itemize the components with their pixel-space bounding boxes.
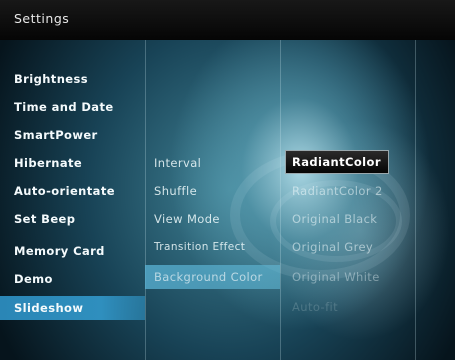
- menu-item-slideshow[interactable]: Slideshow: [14, 297, 83, 319]
- menu-item-brightness[interactable]: Brightness: [14, 68, 88, 90]
- page-title: Settings: [14, 11, 70, 26]
- option-original-black[interactable]: Original Black: [292, 208, 377, 230]
- submenu-item-transition-effect[interactable]: Transition Effect: [154, 236, 245, 258]
- column-divider: [415, 40, 416, 360]
- column-divider: [280, 40, 281, 360]
- option-radiantcolor[interactable]: RadiantColor: [292, 151, 381, 173]
- menu-item-hibernate[interactable]: Hibernate: [14, 152, 82, 174]
- option-auto-fit[interactable]: Auto-fit: [292, 296, 338, 318]
- submenu-item-background-color[interactable]: Background Color: [154, 266, 263, 288]
- menu-item-demo[interactable]: Demo: [14, 268, 53, 290]
- menu-item-time-and-date[interactable]: Time and Date: [14, 96, 114, 118]
- settings-screen: Settings Brightness Time and Date SmartP…: [0, 0, 455, 360]
- submenu-item-view-mode[interactable]: View Mode: [154, 208, 220, 230]
- header-bar: Settings: [0, 0, 455, 40]
- menu-item-memory-card[interactable]: Memory Card: [14, 240, 105, 262]
- submenu-item-shuffle[interactable]: Shuffle: [154, 180, 197, 202]
- submenu-item-interval[interactable]: Interval: [154, 152, 201, 174]
- menu-item-set-beep[interactable]: Set Beep: [14, 208, 75, 230]
- option-original-white[interactable]: Original White: [292, 266, 380, 288]
- column-divider: [145, 40, 146, 360]
- option-original-grey[interactable]: Original Grey: [292, 236, 373, 258]
- option-radiantcolor-2[interactable]: RadiantColor 2: [292, 180, 383, 202]
- menu-item-auto-orientate[interactable]: Auto-orientate: [14, 180, 115, 202]
- menu-item-smartpower[interactable]: SmartPower: [14, 124, 98, 146]
